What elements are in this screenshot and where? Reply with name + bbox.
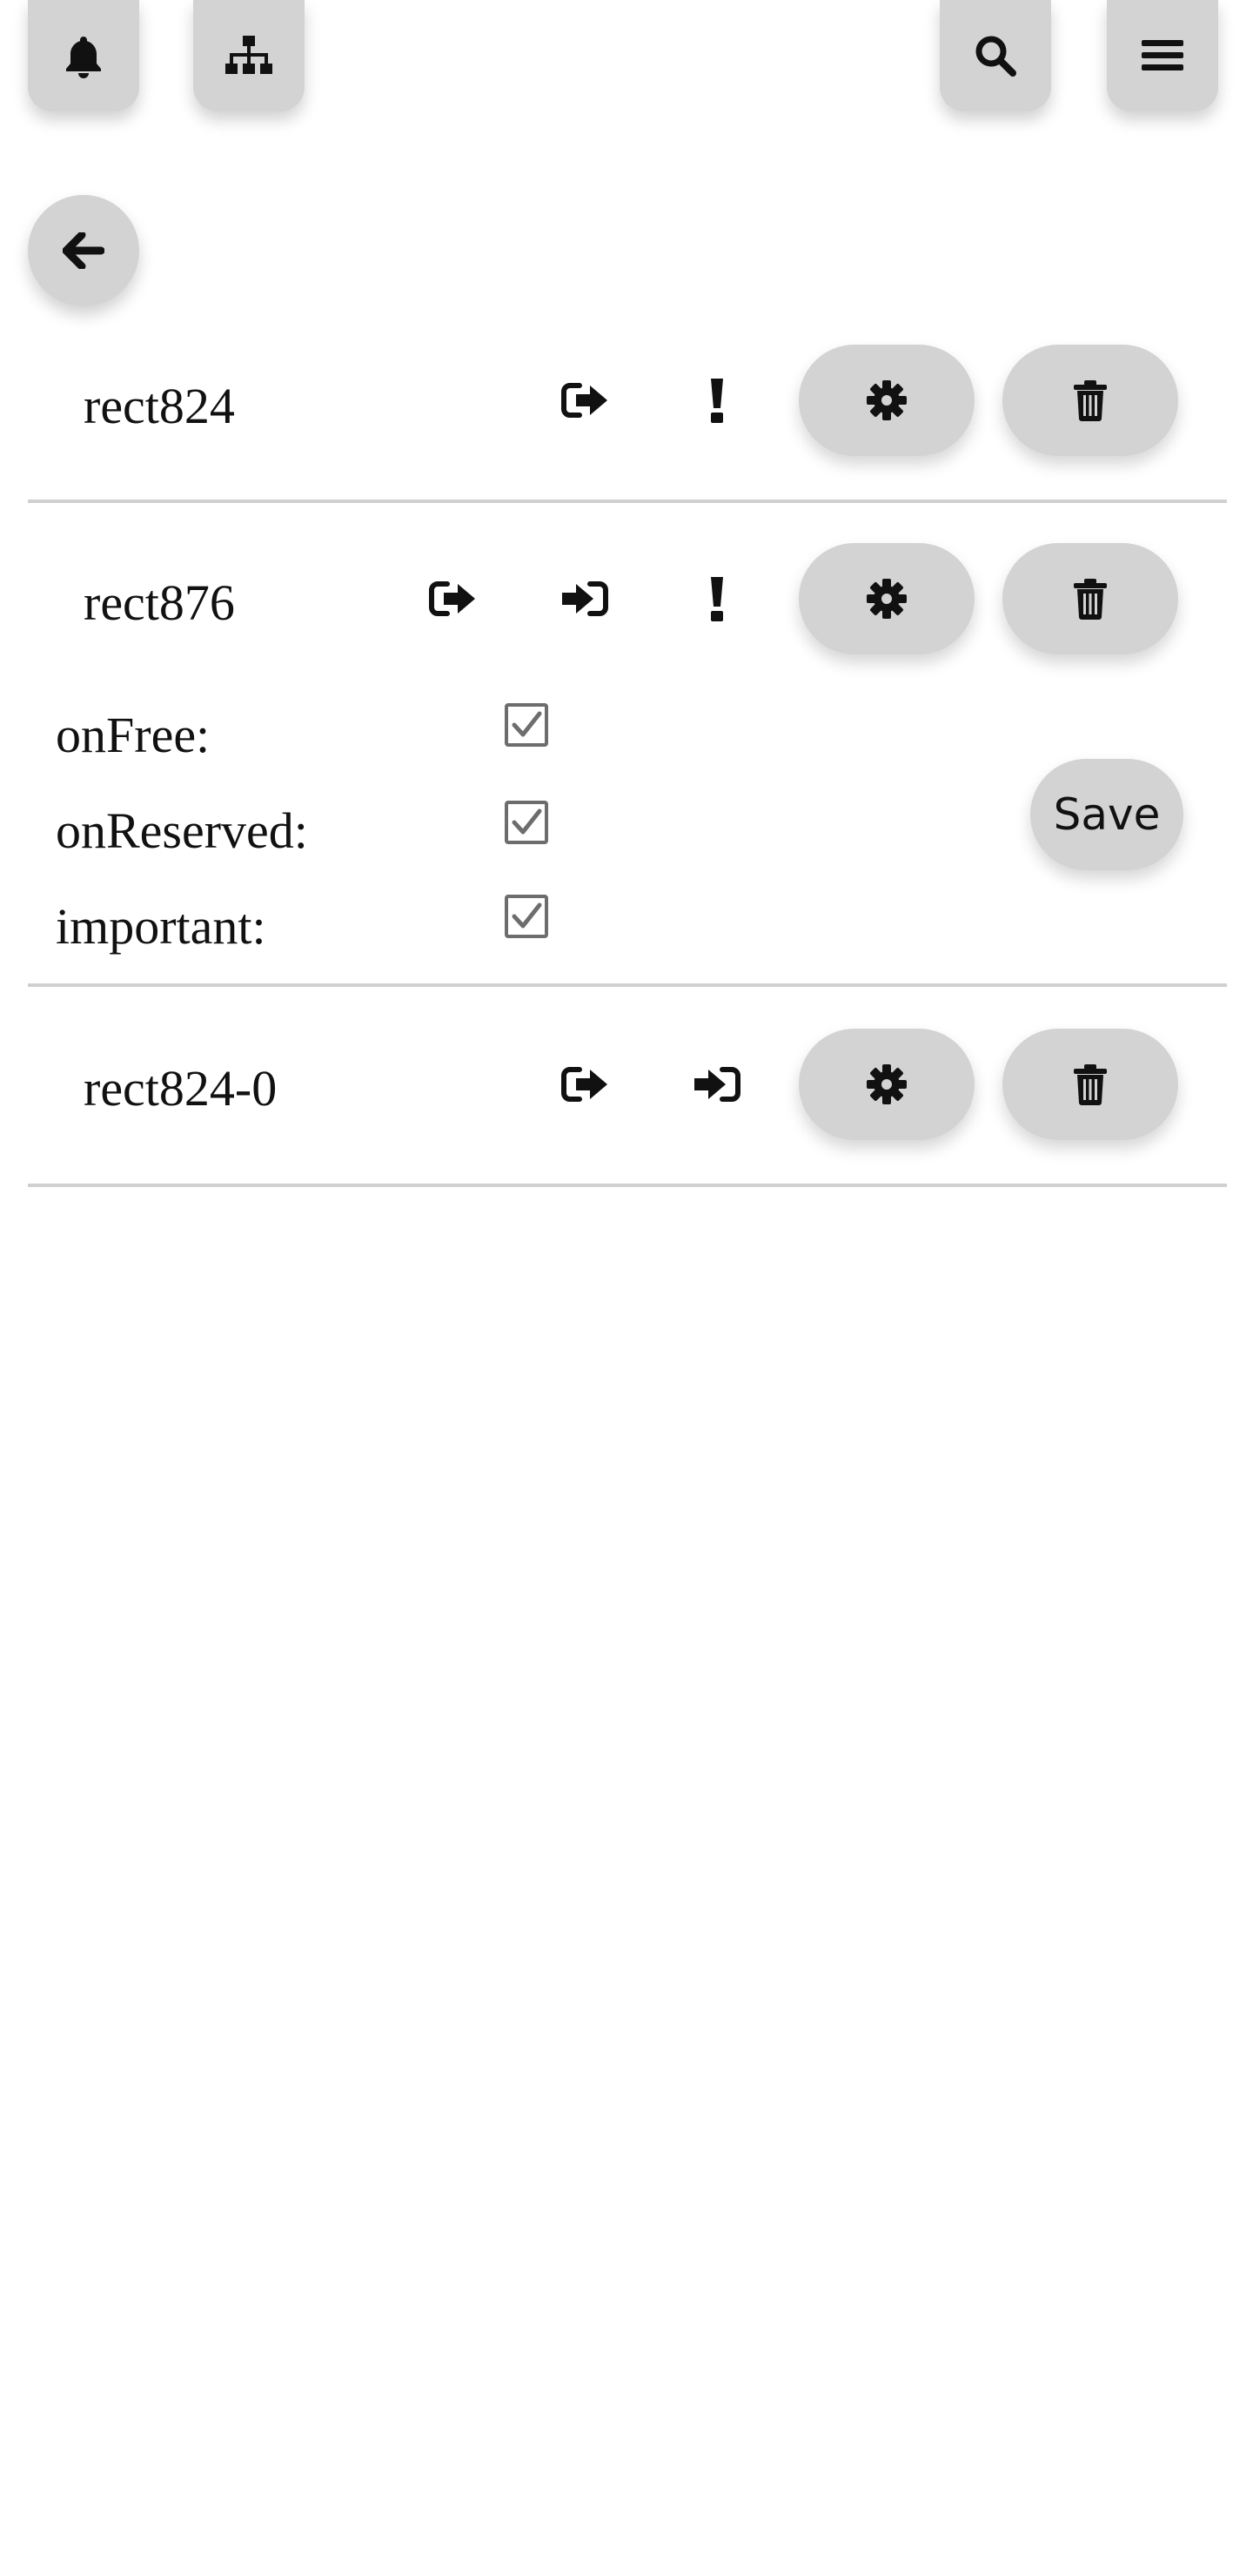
sitemap-icon — [224, 34, 274, 77]
option-label-important: important: — [56, 898, 266, 955]
list-item: rect824 — [28, 345, 1227, 503]
settings-button[interactable] — [799, 543, 975, 654]
search-icon — [974, 34, 1017, 77]
delete-button[interactable] — [1002, 345, 1178, 456]
hamburger-menu-icon — [1142, 38, 1183, 73]
item-name: rect824 — [84, 378, 235, 434]
delete-button[interactable] — [1002, 543, 1178, 654]
settings-button[interactable] — [799, 345, 975, 456]
delete-button[interactable] — [1002, 1029, 1178, 1140]
structure-button[interactable] — [193, 0, 305, 111]
save-button[interactable]: Save — [1030, 759, 1183, 870]
sign-in-icon[interactable] — [553, 567, 616, 630]
option-label-onreserved: onReserved: — [56, 802, 308, 859]
important-checkbox[interactable] — [505, 895, 548, 938]
search-button[interactable] — [940, 0, 1051, 111]
option-label-onfree: onFree: — [56, 707, 211, 763]
trash-icon — [1073, 1063, 1108, 1105]
arrow-left-icon — [63, 232, 104, 269]
list-item-expanded: rect876 onFree: onReserved: important: — [28, 543, 1227, 987]
back-button[interactable] — [28, 195, 139, 306]
menu-button[interactable] — [1107, 0, 1218, 111]
item-name: rect876 — [84, 574, 235, 631]
exclamation-icon[interactable] — [686, 567, 748, 630]
bell-icon — [62, 33, 105, 78]
notifications-button[interactable] — [28, 0, 139, 111]
settings-button[interactable] — [799, 1029, 975, 1140]
gear-icon — [866, 578, 908, 620]
list-item: rect824-0 — [28, 1029, 1227, 1187]
onfree-checkbox[interactable] — [505, 703, 548, 747]
trash-icon — [1073, 578, 1108, 620]
trash-icon — [1073, 379, 1108, 421]
sign-out-icon[interactable] — [421, 567, 484, 630]
sign-out-icon[interactable] — [553, 369, 616, 432]
item-name: rect824-0 — [84, 1060, 278, 1117]
gear-icon — [866, 1063, 908, 1105]
sign-in-icon[interactable] — [686, 1053, 748, 1116]
exclamation-icon[interactable] — [686, 369, 748, 432]
sign-out-icon[interactable] — [553, 1053, 616, 1116]
onreserved-checkbox[interactable] — [505, 801, 548, 844]
gear-icon — [866, 379, 908, 421]
